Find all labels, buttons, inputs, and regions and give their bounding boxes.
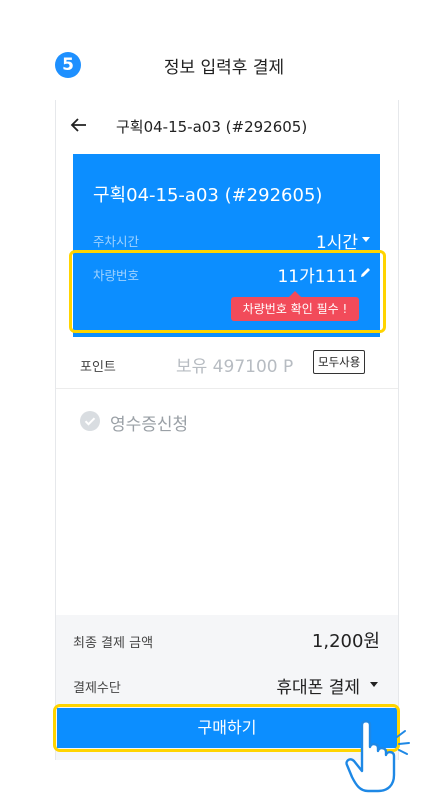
tap-hand-icon: [345, 720, 410, 793]
total-amount-label: 최종 결제 금액: [73, 636, 154, 651]
points-balance: 보유 497100 P: [176, 357, 294, 377]
header-title: 구획04-15-a03 (#292605): [116, 118, 308, 136]
payment-screen: 구획04-15-a03 (#292605) 구획04-15-a03 (#2926…: [55, 100, 399, 760]
use-all-points-button[interactable]: 모두사용: [313, 350, 366, 374]
receipt-request-label: 영수증신청: [110, 415, 189, 435]
payment-method-dropdown-icon[interactable]: [370, 682, 378, 687]
back-arrow-icon[interactable]: [70, 116, 88, 134]
parking-time-label: 주차시간: [93, 234, 140, 249]
app-header: 구획04-15-a03 (#292605): [56, 100, 398, 152]
plate-warning-tooltip: 차량번호 확인 필수 !: [231, 291, 359, 321]
total-amount-value: 1,200원: [311, 631, 380, 652]
points-row: 포인트 보유 497100 P 모두사용: [56, 344, 398, 389]
lot-name: 구획04-15-a03 (#292605): [93, 185, 323, 206]
parking-time-dropdown-icon[interactable]: [362, 237, 370, 242]
payment-method-select[interactable]: 휴대폰 결제: [276, 673, 360, 698]
points-label: 포인트: [80, 360, 116, 375]
step-title: 정보 입력후 결제: [163, 58, 285, 78]
check-circle-icon[interactable]: [80, 411, 100, 431]
payment-method-label: 결제수단: [73, 681, 121, 696]
